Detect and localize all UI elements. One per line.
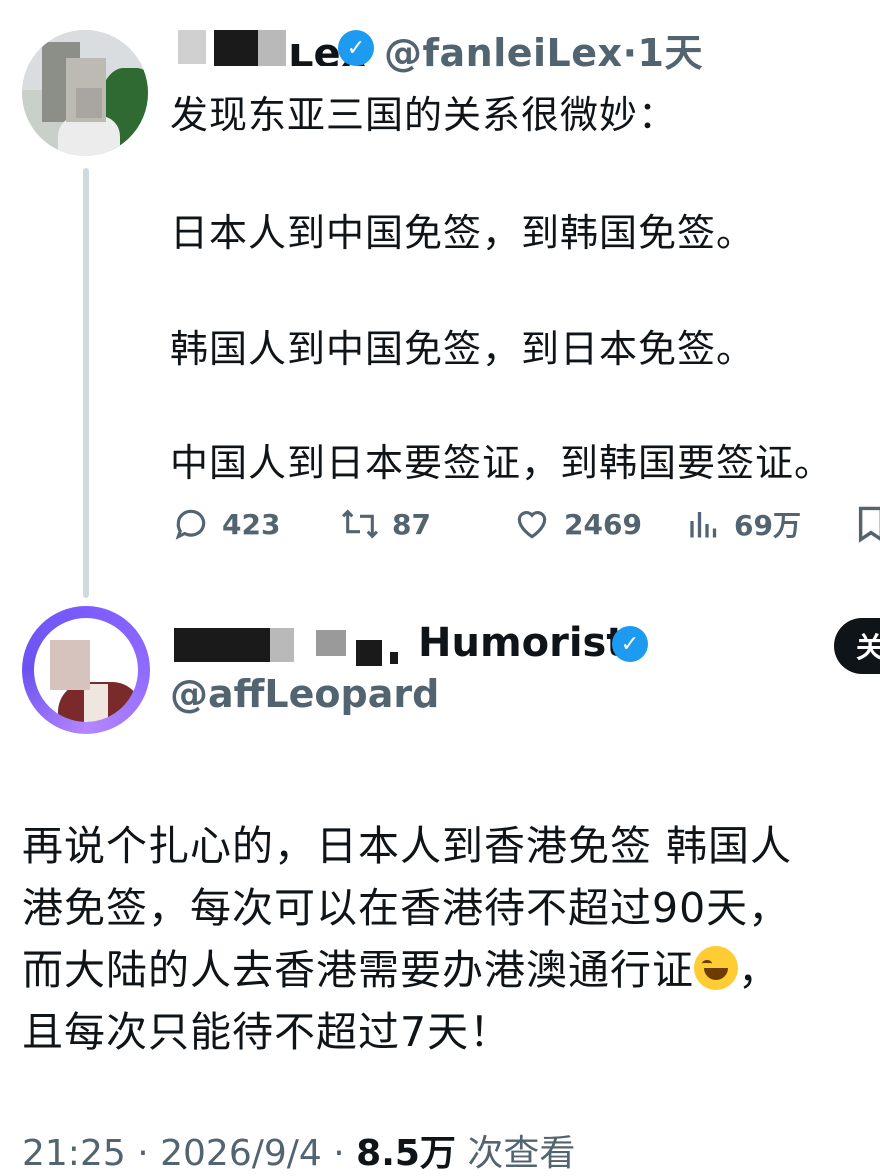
reply-text-segment: 而大陆的人去香港需要办港澳通行证 (22, 946, 694, 994)
verified-badge-icon: ✓ (338, 30, 374, 66)
separator-dot: · (622, 31, 638, 75)
reply-text-line: 再说个扎心的，日本人到香港免签 韩国人 (22, 822, 793, 870)
follow-button-label: 关 (856, 631, 880, 664)
views-button[interactable]: 69万 (686, 502, 801, 546)
retweet-icon (341, 509, 379, 539)
meta-separator: · (137, 1133, 149, 1174)
reply-author-name[interactable]: Humorist (418, 620, 625, 666)
reply-author-avatar[interactable] (22, 606, 150, 734)
bookmark-button[interactable] (856, 502, 880, 546)
reply-author-handle[interactable]: @affLeopard (170, 672, 439, 716)
like-button[interactable]: 2469 (512, 502, 642, 546)
post-time[interactable]: 21:25 (22, 1133, 126, 1174)
reply-view-label: 次查看 (467, 1133, 576, 1174)
post-date[interactable]: 2026/9/4 (160, 1133, 322, 1174)
heart-icon (517, 511, 547, 539)
author-handle-line[interactable]: @fanleiLex·1天 (384, 22, 703, 77)
view-count: 69万 (734, 509, 801, 542)
tweet-text-line: 发现东亚三国的关系很微妙： (170, 93, 678, 137)
reply-verified-badge-icon: ✓ (612, 626, 648, 662)
author-handle: @fanleiLex (384, 31, 623, 75)
comment-icon (175, 509, 206, 540)
reply-count: 423 (222, 507, 281, 541)
reply-meta: 21:25 · 2026/9/4 · 8.5万 次查看 (22, 1124, 575, 1176)
bookmark-icon (858, 506, 880, 543)
follow-button[interactable]: 关 (834, 618, 880, 674)
bar-chart-icon (690, 512, 717, 538)
tweet-text-line: 日本人到中国免签，到韩国免签。 (170, 211, 756, 255)
reply-view-count: 8.5万 (356, 1133, 456, 1174)
author-avatar[interactable] (22, 30, 148, 156)
reply-text-line-with-emoji: 而大陆的人去香港需要办港澳通行证 ， (22, 936, 780, 996)
reply-text-segment: ， (738, 946, 780, 994)
tweet-text-line: 中国人到日本要签证，到韩国要签证。 (170, 441, 834, 485)
tweet-age: 1天 (637, 31, 703, 75)
laughing-crying-emoji-icon (694, 946, 738, 990)
retweet-button[interactable]: 87 (340, 502, 431, 546)
like-count: 2469 (564, 507, 642, 541)
reply-text-line: 且每次只能待不超过7天！ (22, 1008, 512, 1056)
tweet-text-line: 韩国人到中国免签，到日本免签。 (170, 327, 756, 371)
reply-button[interactable]: 423 (172, 502, 280, 546)
retweet-count: 87 (392, 507, 431, 541)
thread-connector-line (83, 168, 89, 598)
meta-separator: · (333, 1133, 345, 1174)
reply-text-line: 港免签，每次可以在香港待不超过90天， (22, 884, 791, 932)
